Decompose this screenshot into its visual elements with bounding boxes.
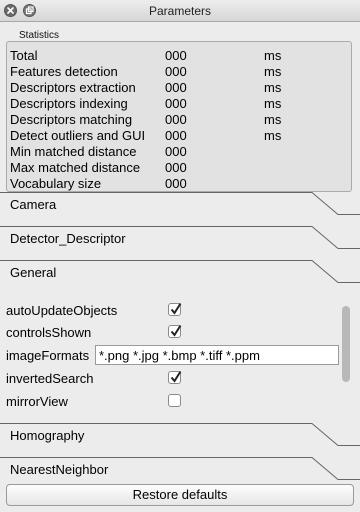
statistics-group-title: Statistics: [16, 30, 63, 41]
stat-value: 000: [165, 176, 187, 191]
mirror-view-checkbox[interactable]: [168, 394, 181, 407]
checkmark-icon: [170, 370, 182, 383]
stat-row-descriptors-indexing: Descriptors indexing 000 ms: [10, 96, 350, 112]
param-controls-shown: controlsShown: [6, 322, 336, 342]
section-detector-descriptor-label: Detector_Descriptor: [10, 231, 126, 246]
param-label: mirrorView: [6, 394, 68, 409]
stat-row-features-detection: Features detection 000 ms: [10, 64, 350, 80]
stat-row-descriptors-extraction: Descriptors extraction 000 ms: [10, 80, 350, 96]
stat-row-total: Total 000 ms: [10, 48, 350, 64]
statistics-group: Total 000 ms Features detection 000 ms D…: [4, 30, 354, 192]
stat-value: 000: [165, 160, 187, 175]
param-auto-update-objects: autoUpdateObjects: [6, 300, 336, 320]
image-formats-input[interactable]: [95, 345, 339, 365]
param-label: autoUpdateObjects: [6, 303, 118, 318]
stat-name: Max matched distance: [10, 160, 141, 175]
checkmark-icon: [170, 324, 182, 337]
section-camera-label: Camera: [10, 197, 57, 212]
section-nearest-neighbor-label: NearestNeighbor: [10, 462, 109, 477]
section-general[interactable]: General: [0, 260, 360, 290]
section-nearest-neighbor[interactable]: NearestNeighbor: [0, 457, 360, 487]
param-label: imageFormats: [6, 348, 90, 363]
stat-value: 000: [165, 48, 187, 63]
stat-value: 000: [165, 96, 187, 111]
stat-value: 000: [165, 128, 187, 143]
checkmark-icon: [170, 302, 182, 315]
stat-value: 000: [165, 144, 187, 159]
param-mirror-view: mirrorView: [6, 391, 336, 411]
section-detector-descriptor[interactable]: Detector_Descriptor: [0, 226, 360, 256]
scrollbar-thumb[interactable]: [342, 306, 350, 382]
stat-name: Descriptors extraction: [10, 80, 136, 95]
stat-unit: ms: [264, 80, 282, 95]
param-image-formats: imageFormats: [6, 345, 339, 365]
stat-unit: ms: [264, 48, 282, 63]
auto-update-objects-checkbox[interactable]: [168, 302, 182, 316]
window-title: Parameters: [148, 4, 212, 18]
stat-name: Detect outliers and GUI: [10, 128, 146, 143]
stat-name: Features detection: [10, 64, 118, 79]
param-label: invertedSearch: [6, 371, 94, 386]
stat-name: Descriptors matching: [10, 112, 133, 127]
stat-name: Total: [10, 48, 38, 63]
section-homography-label: Homography: [10, 428, 85, 443]
stat-unit: ms: [264, 64, 282, 79]
stat-row-min-matched-distance: Min matched distance 000: [10, 144, 350, 160]
param-inverted-search: invertedSearch: [6, 368, 336, 388]
stat-name: Min matched distance: [10, 144, 137, 159]
stat-name: Vocabulary size: [10, 176, 102, 191]
section-camera[interactable]: Camera: [0, 192, 360, 222]
stat-row-detect-outliers: Detect outliers and GUI 000 ms: [10, 128, 350, 144]
statistics-panel: Total 000 ms Features detection 000 ms D…: [6, 41, 352, 192]
stat-value: 000: [165, 112, 187, 127]
section-general-label: General: [10, 265, 57, 280]
stat-row-descriptors-matching: Descriptors matching 000 ms: [10, 112, 350, 128]
title-bar: Parameters: [0, 0, 360, 22]
param-label: controlsShown: [6, 325, 92, 340]
stat-row-max-matched-distance: Max matched distance 000: [10, 160, 350, 176]
inverted-search-checkbox[interactable]: [168, 370, 182, 384]
stat-value: 000: [165, 80, 187, 95]
stat-name: Descriptors indexing: [10, 96, 128, 111]
stat-unit: ms: [264, 128, 282, 143]
stat-unit: ms: [264, 112, 282, 127]
stat-value: 000: [165, 64, 187, 79]
restore-defaults-button[interactable]: Restore defaults: [6, 484, 354, 506]
stat-unit: ms: [264, 96, 282, 111]
stat-row-vocabulary-size: Vocabulary size 000: [10, 176, 350, 192]
controls-shown-checkbox[interactable]: [168, 324, 182, 338]
section-homography[interactable]: Homography: [0, 423, 360, 453]
general-scrollbar[interactable]: [340, 292, 352, 418]
